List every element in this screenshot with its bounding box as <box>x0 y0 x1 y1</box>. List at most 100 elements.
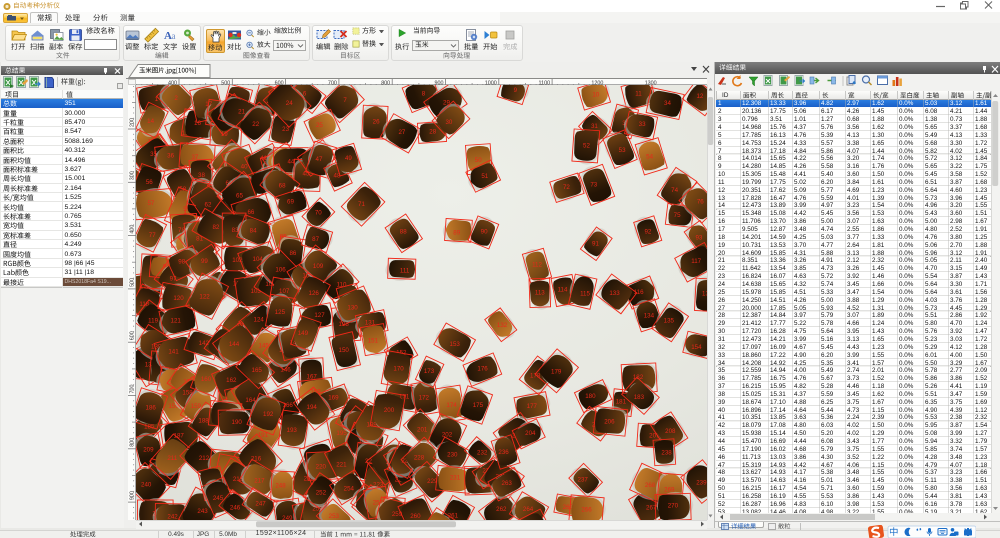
svg-text:153: 153 <box>450 341 461 348</box>
svg-text:253: 253 <box>329 513 340 520</box>
svg-text:92: 92 <box>644 229 651 236</box>
svg-text:180: 180 <box>585 393 596 400</box>
svg-text:192: 192 <box>263 411 274 418</box>
svg-text:232: 232 <box>477 450 488 457</box>
svg-text:162: 162 <box>226 377 237 384</box>
svg-text:181: 181 <box>616 399 627 406</box>
svg-text:52: 52 <box>583 142 590 149</box>
svg-text:2: 2 <box>174 95 178 102</box>
svg-text:146: 146 <box>280 366 291 373</box>
svg-text:76: 76 <box>697 198 704 205</box>
svg-text:149: 149 <box>298 330 309 337</box>
svg-text:88: 88 <box>400 229 407 236</box>
svg-text:8: 8 <box>422 91 426 98</box>
svg-text:84: 84 <box>250 227 257 234</box>
svg-text:247: 247 <box>255 501 266 508</box>
svg-text:900: 900 <box>130 491 136 500</box>
svg-text:242: 242 <box>167 513 178 520</box>
svg-text:34: 34 <box>664 100 671 107</box>
svg-text:169: 169 <box>328 395 339 402</box>
svg-text:201: 201 <box>417 426 428 433</box>
svg-text:65: 65 <box>236 193 243 200</box>
svg-text:238: 238 <box>661 450 672 457</box>
svg-text:106: 106 <box>275 267 286 274</box>
svg-text:160: 160 <box>201 376 212 383</box>
svg-text:254: 254 <box>344 486 355 493</box>
svg-text:75: 75 <box>674 212 681 219</box>
svg-text:49: 49 <box>345 155 352 162</box>
svg-text:119: 119 <box>148 318 158 325</box>
svg-text:21: 21 <box>238 109 245 116</box>
svg-text:200: 200 <box>384 407 395 414</box>
svg-text:87: 87 <box>312 236 319 243</box>
svg-text:177: 177 <box>527 403 538 410</box>
svg-text:186: 186 <box>146 405 157 412</box>
svg-text:800: 800 <box>130 438 136 447</box>
svg-text:151: 151 <box>368 338 379 345</box>
svg-text:24: 24 <box>286 100 293 107</box>
svg-text:89: 89 <box>453 229 460 236</box>
svg-text:173: 173 <box>424 368 435 375</box>
svg-text:53: 53 <box>619 147 626 154</box>
svg-text:200: 200 <box>130 118 136 127</box>
svg-text:91: 91 <box>592 241 599 248</box>
svg-text:109: 109 <box>313 263 324 270</box>
svg-text:243: 243 <box>197 508 208 515</box>
svg-text:70: 70 <box>315 210 322 217</box>
svg-text:25: 25 <box>316 122 323 129</box>
svg-text:122: 122 <box>199 294 210 301</box>
svg-text:51: 51 <box>481 173 488 180</box>
svg-text:111: 111 <box>400 267 410 274</box>
svg-text:248: 248 <box>275 483 286 490</box>
svg-text:a: a <box>172 31 176 41</box>
svg-text:50: 50 <box>475 157 482 164</box>
svg-text:57: 57 <box>147 200 154 207</box>
svg-text:211: 211 <box>167 455 177 462</box>
svg-text:204: 204 <box>525 430 536 437</box>
svg-text:170: 170 <box>393 366 404 373</box>
svg-text:30: 30 <box>445 119 452 126</box>
svg-text:240: 240 <box>141 481 152 488</box>
svg-text:77: 77 <box>149 232 156 239</box>
svg-text:33: 33 <box>639 121 646 128</box>
svg-text:71: 71 <box>358 201 365 208</box>
svg-text:54: 54 <box>646 154 653 161</box>
svg-text:270: 270 <box>668 503 679 510</box>
svg-text:130: 130 <box>347 304 358 311</box>
svg-text:121: 121 <box>171 317 182 324</box>
svg-text:237: 237 <box>578 476 589 483</box>
svg-text:144: 144 <box>229 341 240 348</box>
svg-text:14: 14 <box>147 118 154 125</box>
svg-text:28: 28 <box>429 129 436 136</box>
svg-text:252: 252 <box>316 490 327 497</box>
svg-text:246: 246 <box>230 504 241 511</box>
svg-text:154: 154 <box>691 344 702 351</box>
svg-text:62: 62 <box>205 202 212 209</box>
svg-text:221: 221 <box>336 461 347 468</box>
svg-text:175: 175 <box>473 402 484 409</box>
svg-text:44: 44 <box>287 158 294 165</box>
svg-text:230: 230 <box>447 452 458 459</box>
svg-text:236: 236 <box>498 449 509 456</box>
svg-text:264: 264 <box>523 506 534 513</box>
svg-text:114: 114 <box>558 286 568 293</box>
svg-text:66: 66 <box>247 209 254 216</box>
svg-text:174: 174 <box>446 402 457 409</box>
svg-text:112: 112 <box>532 261 542 268</box>
svg-text:98: 98 <box>178 259 185 266</box>
svg-text:31: 31 <box>591 123 598 130</box>
svg-text:217: 217 <box>254 478 265 485</box>
svg-text:212: 212 <box>199 455 210 462</box>
svg-text:56: 56 <box>146 179 153 186</box>
svg-text:300: 300 <box>130 171 136 180</box>
svg-text:99: 99 <box>201 258 208 265</box>
svg-text:36: 36 <box>167 152 174 159</box>
svg-text:135: 135 <box>664 318 675 325</box>
svg-text:190: 190 <box>232 419 243 426</box>
svg-text:40: 40 <box>241 163 248 170</box>
svg-text:263: 263 <box>502 480 513 487</box>
svg-text:262: 262 <box>496 506 507 513</box>
svg-text:12: 12 <box>696 93 703 100</box>
svg-text:132: 132 <box>497 322 508 329</box>
svg-text:126: 126 <box>309 290 320 297</box>
